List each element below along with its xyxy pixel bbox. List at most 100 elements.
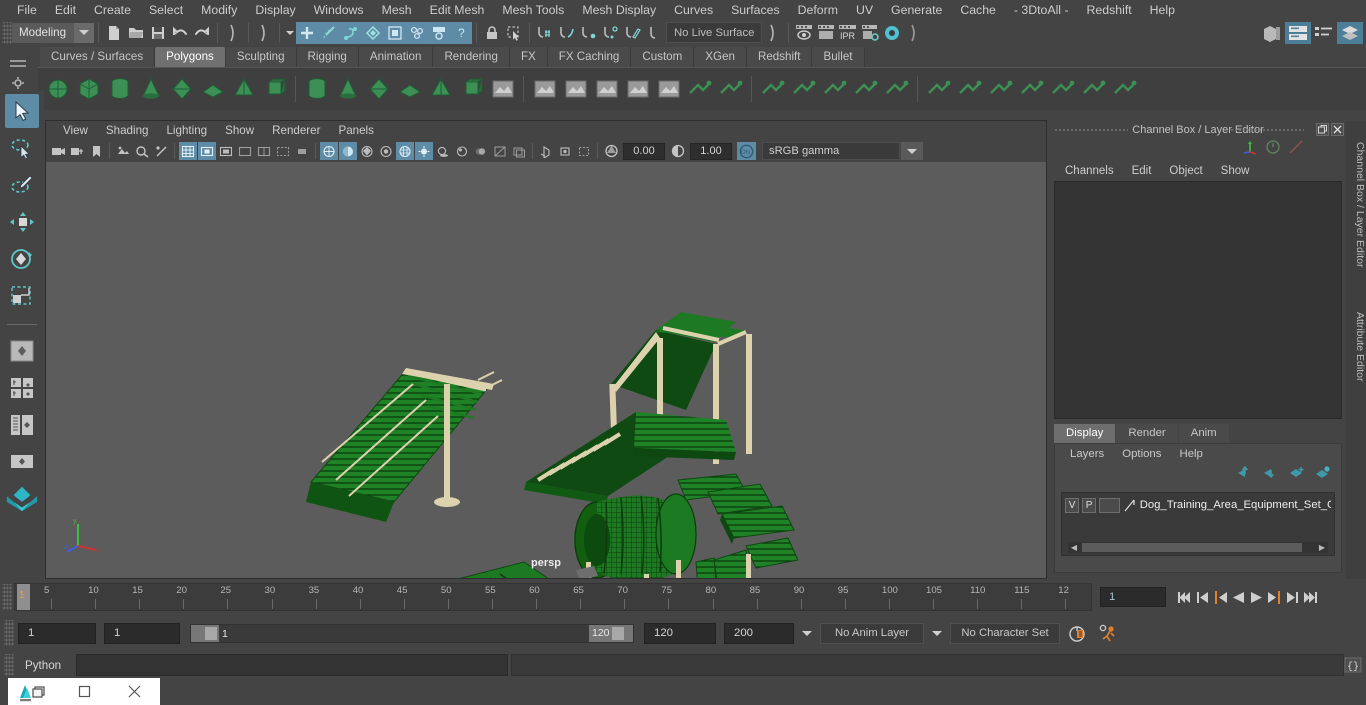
lock-icon[interactable]: [481, 22, 503, 44]
field-chart-icon[interactable]: [255, 142, 273, 160]
playback-start-field[interactable]: 1: [104, 622, 180, 644]
menu-windows[interactable]: Windows: [305, 0, 373, 20]
attribute-editor-icon[interactable]: [1311, 22, 1337, 44]
step-forward-keyframe-icon[interactable]: [1284, 586, 1301, 608]
channel-menu-object[interactable]: Object: [1160, 165, 1211, 177]
menu-edit[interactable]: Edit: [46, 0, 85, 20]
bridge-icon[interactable]: [759, 76, 786, 103]
shelf-tab-xgen[interactable]: XGen: [694, 47, 747, 67]
side-tab-attribute-editor[interactable]: Attribute Editor: [1346, 293, 1366, 401]
layer-menu-layers[interactable]: Layers: [1061, 448, 1113, 460]
new-layer-icon[interactable]: [1288, 466, 1305, 484]
select-tool[interactable]: [5, 94, 39, 128]
layer-visibility-toggle[interactable]: V: [1065, 497, 1080, 513]
insert-edge-loop-icon[interactable]: [987, 76, 1014, 103]
poly-soccer-ball-icon[interactable]: [303, 76, 330, 103]
auto-keyframe-icon[interactable]: [1064, 624, 1090, 643]
manipulator-icon[interactable]: [1242, 139, 1258, 160]
duplicate-face-icon[interactable]: [852, 76, 879, 103]
undock-icon[interactable]: [1316, 123, 1329, 136]
render-settings-icon[interactable]: [859, 22, 881, 44]
channel-menu-channels[interactable]: Channels: [1056, 165, 1123, 177]
hypershade-layout[interactable]: [5, 482, 39, 516]
component-mask-icon[interactable]: [362, 21, 384, 44]
menu-redshift[interactable]: Redshift: [1078, 0, 1141, 20]
playback-end-field[interactable]: 120: [644, 622, 716, 644]
four-view-layout[interactable]: [5, 371, 39, 405]
scroll-right-arrow-icon[interactable]: ▶: [1316, 543, 1328, 552]
poly-svg-icon[interactable]: [458, 76, 485, 103]
resolution-gate-icon[interactable]: [217, 142, 235, 160]
menu-create[interactable]: Create: [85, 0, 140, 20]
snap-grid-icon[interactable]: [534, 22, 556, 44]
xray-joints-icon[interactable]: [556, 142, 574, 160]
shelf-tab-bullet[interactable]: Bullet: [812, 47, 865, 67]
layer-menu-help[interactable]: Help: [1170, 448, 1211, 460]
menu-display[interactable]: Display: [246, 0, 304, 20]
film-gate-icon[interactable]: [198, 142, 216, 160]
safe-title-icon[interactable]: [293, 142, 311, 160]
layer-playback-toggle[interactable]: P: [1082, 497, 1097, 513]
snap-magnet-icon[interactable]: [622, 22, 644, 44]
selection-mask-dropdown-icon[interactable]: [284, 22, 296, 44]
poly-type-icon[interactable]: [427, 76, 454, 103]
menu-set-selector[interactable]: Modeling: [12, 22, 94, 43]
go-to-start-icon[interactable]: [1176, 586, 1193, 608]
shelf-tab-custom[interactable]: Custom: [631, 47, 695, 67]
single-perspective-view[interactable]: [5, 334, 39, 368]
shadows-icon[interactable]: [434, 142, 452, 160]
select-by-object-icon[interactable]: [318, 21, 340, 44]
shelf-editor-button[interactable]: [0, 50, 38, 90]
poly-helix-icon[interactable]: [396, 76, 423, 103]
time-cursor[interactable]: 1: [17, 584, 30, 610]
menu-generate[interactable]: Generate: [882, 0, 951, 20]
character-set-selector[interactable]: No Character Set: [950, 622, 1060, 644]
viewport-menu-panels[interactable]: Panels: [329, 124, 382, 137]
shelf-tab-sculpting[interactable]: Sculpting: [225, 47, 297, 67]
exposure-icon[interactable]: [602, 142, 620, 160]
viewport-menu-show[interactable]: Show: [216, 124, 263, 137]
close-icon[interactable]: [1331, 123, 1344, 136]
command-language-label[interactable]: Python: [17, 659, 73, 672]
anim-layer-selector[interactable]: No Anim Layer: [820, 622, 924, 644]
layer-list[interactable]: V P Dog_Training_Area_Equipment_Set_Gre …: [1061, 492, 1335, 556]
poly-pipe-icon[interactable]: [365, 76, 392, 103]
poly-cylinder-icon[interactable]: [106, 76, 133, 103]
animation-preferences-icon[interactable]: [1094, 624, 1120, 643]
gate-mask-icon[interactable]: [236, 142, 254, 160]
multisample-icon[interactable]: [491, 142, 509, 160]
speed-icon[interactable]: [1265, 139, 1281, 160]
poly-pyramid-icon[interactable]: [230, 76, 257, 103]
viewport-canvas[interactable]: y x z persp: [46, 162, 1046, 578]
lasso-select-tool[interactable]: [5, 131, 39, 165]
viewport-menu-renderer[interactable]: Renderer: [263, 124, 329, 137]
range-end-handle[interactable]: 120: [589, 624, 633, 642]
color-space-selector[interactable]: sRGB gamma: [762, 142, 900, 160]
open-sidebar-arrow-icon[interactable]: [762, 22, 784, 44]
poly-platonic-icon[interactable]: [334, 76, 361, 103]
highlight-selection-icon[interactable]: [503, 22, 525, 44]
menu-mesh-tools[interactable]: Mesh Tools: [493, 0, 573, 20]
xray-icon[interactable]: [537, 142, 555, 160]
layer-row[interactable]: V P Dog_Training_Area_Equipment_Set_Gre: [1062, 495, 1334, 515]
sidebar-arrow-icon[interactable]: [903, 22, 925, 44]
layer-color-swatch[interactable]: [1099, 497, 1120, 513]
select-hierarchy-toggle-icon[interactable]: [222, 22, 244, 44]
ipr-render-icon[interactable]: IPR: [837, 22, 859, 44]
layer-editor-tab-anim[interactable]: Anim: [1178, 424, 1229, 443]
menu-cache[interactable]: Cache: [951, 0, 1005, 20]
shelf-tab-animation[interactable]: Animation: [358, 47, 434, 67]
anim-layer-chevron-down-icon[interactable]: [928, 630, 946, 636]
range-start-handle[interactable]: [191, 624, 219, 642]
smooth-shade-icon[interactable]: [339, 142, 357, 160]
layer-editor-tab-render[interactable]: Render: [1116, 424, 1178, 443]
range-chevron-down-icon[interactable]: [798, 630, 816, 636]
screen-space-ao-icon[interactable]: [453, 142, 471, 160]
outliner-icon[interactable]: [1285, 21, 1311, 44]
go-to-end-icon[interactable]: [1302, 586, 1319, 608]
close-icon[interactable]: [109, 678, 160, 705]
end-time-field[interactable]: 200: [724, 622, 794, 644]
color-space-chevron-down-icon[interactable]: [901, 142, 923, 160]
bevel-icon[interactable]: [717, 76, 744, 103]
separate-icon[interactable]: [562, 76, 589, 103]
